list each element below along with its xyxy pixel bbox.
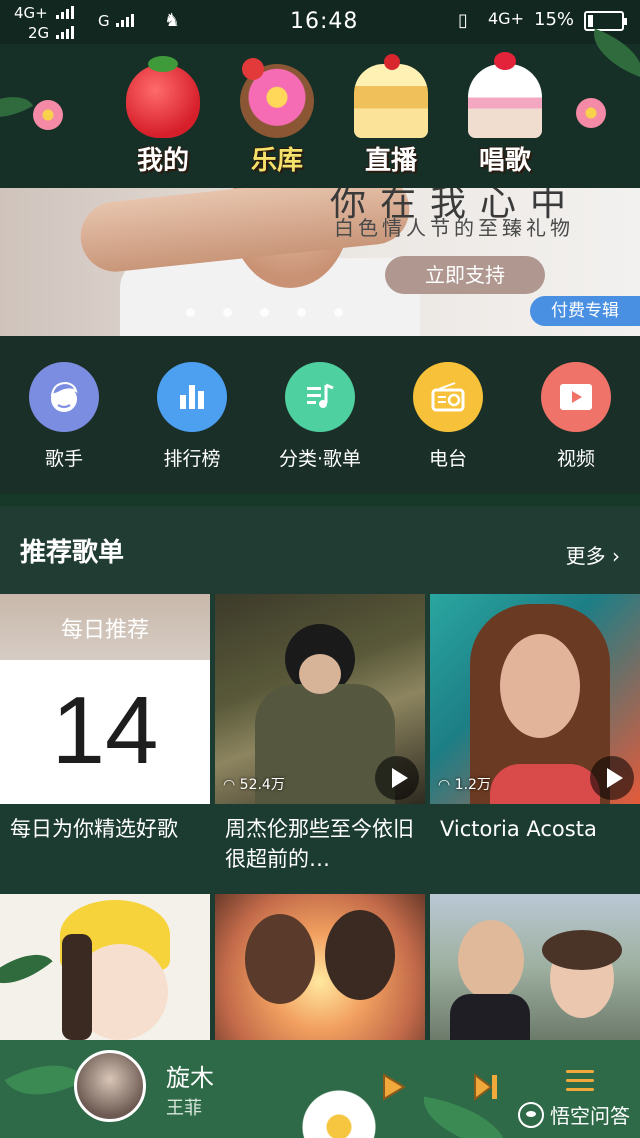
support-button[interactable]: 立即支持 xyxy=(385,256,545,294)
playlist-cover: ◠ 52.4万 xyxy=(215,594,425,804)
album-art[interactable] xyxy=(74,1050,146,1122)
banner-subline: 白色情人节的至臻礼物 xyxy=(334,216,574,240)
video-icon xyxy=(541,362,611,432)
category-label: 视频 xyxy=(556,448,595,470)
daily-label: 每日推荐 xyxy=(60,618,149,643)
watermark: 悟空问答 xyxy=(518,1100,630,1129)
cake-icon xyxy=(354,54,428,138)
watermark-text: 悟空问答 xyxy=(550,1104,630,1128)
more-link[interactable]: 更多 › xyxy=(566,540,620,569)
network-type-bottom: 2G xyxy=(28,24,50,42)
playlist-row xyxy=(0,894,640,1040)
next-icon[interactable] xyxy=(472,1072,500,1106)
play-count: ◠ 52.4万 xyxy=(223,774,285,794)
paid-album-tag: 付费专辑 xyxy=(530,296,640,326)
playlist-cover xyxy=(0,894,210,1040)
radio-icon xyxy=(413,362,483,432)
song-title: 旋木 xyxy=(166,1064,214,1092)
network-type-right: 4G+ xyxy=(488,9,524,28)
cupcake-icon xyxy=(468,52,542,138)
more-label: 更多 xyxy=(565,544,606,568)
signal-icon xyxy=(56,6,74,19)
category-charts[interactable]: 排行榜 xyxy=(128,336,256,494)
playlist-cover xyxy=(430,894,640,1040)
clock: 16:48 xyxy=(290,9,359,34)
tab-label: 乐库 xyxy=(250,146,303,176)
play-button[interactable] xyxy=(375,756,419,800)
battery-percent: 15% xyxy=(534,9,575,30)
leaf-decoration xyxy=(4,1045,86,1115)
calendar-day: 14 xyxy=(51,677,159,784)
calendar-card: 14 xyxy=(0,660,210,804)
tab-label: 我的 xyxy=(136,146,189,176)
headphones-icon: ◠ xyxy=(223,777,240,793)
category-playlist[interactable]: 分类·歌单 xyxy=(256,336,384,494)
playlist-caption: 每日为你精选好歌 xyxy=(10,817,178,841)
category-singer[interactable]: 歌手 xyxy=(0,336,128,494)
top-nav: 我的 乐库 直播 唱歌 xyxy=(0,28,640,188)
leaf-decoration xyxy=(0,83,34,131)
strawberry-icon xyxy=(126,56,200,138)
battery-icon xyxy=(584,11,627,31)
signal-icon-3 xyxy=(116,14,134,27)
signal-icon-2 xyxy=(56,26,74,39)
headphones-icon: ◠ xyxy=(438,777,455,793)
donut-icon xyxy=(240,58,314,138)
tab-library[interactable]: 乐库 xyxy=(222,58,332,184)
play-count-value: 1.2万 xyxy=(454,777,491,793)
play-count-value: 52.4万 xyxy=(239,777,285,793)
singer-icon xyxy=(29,362,99,432)
tab-sing[interactable]: 唱歌 xyxy=(450,52,560,184)
network-type-g: G xyxy=(98,12,110,30)
mini-player[interactable]: 旋木 王菲 悟空问答 xyxy=(0,1040,640,1138)
playlist-card[interactable] xyxy=(0,894,210,1040)
artist-name: 王菲 xyxy=(166,1098,202,1119)
vibrate-icon: ▯ xyxy=(458,10,468,31)
playlist-menu-icon[interactable] xyxy=(566,1070,594,1096)
category-radio[interactable]: 电台 xyxy=(384,336,512,494)
tab-label: 直播 xyxy=(364,146,417,176)
section-divider xyxy=(0,494,640,506)
playlist-icon xyxy=(285,362,355,432)
category-video[interactable]: 视频 xyxy=(512,336,640,494)
flower-decoration xyxy=(33,100,63,130)
playlist-card[interactable] xyxy=(430,894,640,1040)
network-type-top: 4G+ xyxy=(14,4,48,22)
chevron-right-icon: › xyxy=(612,544,620,568)
tab-mine[interactable]: 我的 xyxy=(108,56,218,184)
playlist-caption: Victoria Acosta xyxy=(440,817,597,841)
app-notification-icon: ♞ xyxy=(164,10,181,31)
carousel-dot[interactable] xyxy=(186,308,195,317)
status-bar: 4G+ 2G G ♞ 16:48 ▯ 4G+ 15% xyxy=(0,0,640,44)
recommend-title: 推荐歌单 xyxy=(20,538,125,568)
carousel-dot[interactable] xyxy=(334,308,343,317)
category-row: 歌手 排行榜 分类·歌单 电台 视频 xyxy=(0,336,640,494)
carousel-dot[interactable] xyxy=(260,308,269,317)
category-label: 电台 xyxy=(428,448,467,470)
watermark-icon xyxy=(518,1101,544,1128)
carousel-dot[interactable] xyxy=(297,308,306,317)
playlist-row: 每日推荐 14 每日为你精选好歌 ◠ 52.4万 周杰伦那些至今依旧很超前的… … xyxy=(0,594,640,894)
carousel-dot[interactable] xyxy=(223,308,232,317)
play-count: ◠ 1.2万 xyxy=(438,774,491,794)
playlist-card[interactable] xyxy=(215,894,425,1040)
daily-cover: 每日推荐 14 xyxy=(0,594,210,804)
playlist-caption: 周杰伦那些至今依旧很超前的… xyxy=(225,817,414,871)
flower-decoration xyxy=(576,98,606,128)
playlist-cover: ◠ 1.2万 xyxy=(430,594,640,804)
carousel-dots[interactable] xyxy=(186,308,343,317)
play-icon[interactable] xyxy=(380,1072,408,1106)
tab-label: 唱歌 xyxy=(478,146,531,176)
recommend-header: 推荐歌单 更多 › xyxy=(0,506,640,594)
tab-live[interactable]: 直播 xyxy=(336,54,446,184)
category-label: 分类·歌单 xyxy=(278,448,362,470)
category-label: 排行榜 xyxy=(163,448,221,470)
playlist-cover xyxy=(215,894,425,1040)
category-label: 歌手 xyxy=(44,448,83,470)
play-button[interactable] xyxy=(590,756,634,800)
promo-banner[interactable]: 你在我心中 白色情人节的至臻礼物 立即支持 付费专辑 xyxy=(0,188,640,336)
chart-icon xyxy=(157,362,227,432)
daisy-decoration xyxy=(300,1088,378,1138)
